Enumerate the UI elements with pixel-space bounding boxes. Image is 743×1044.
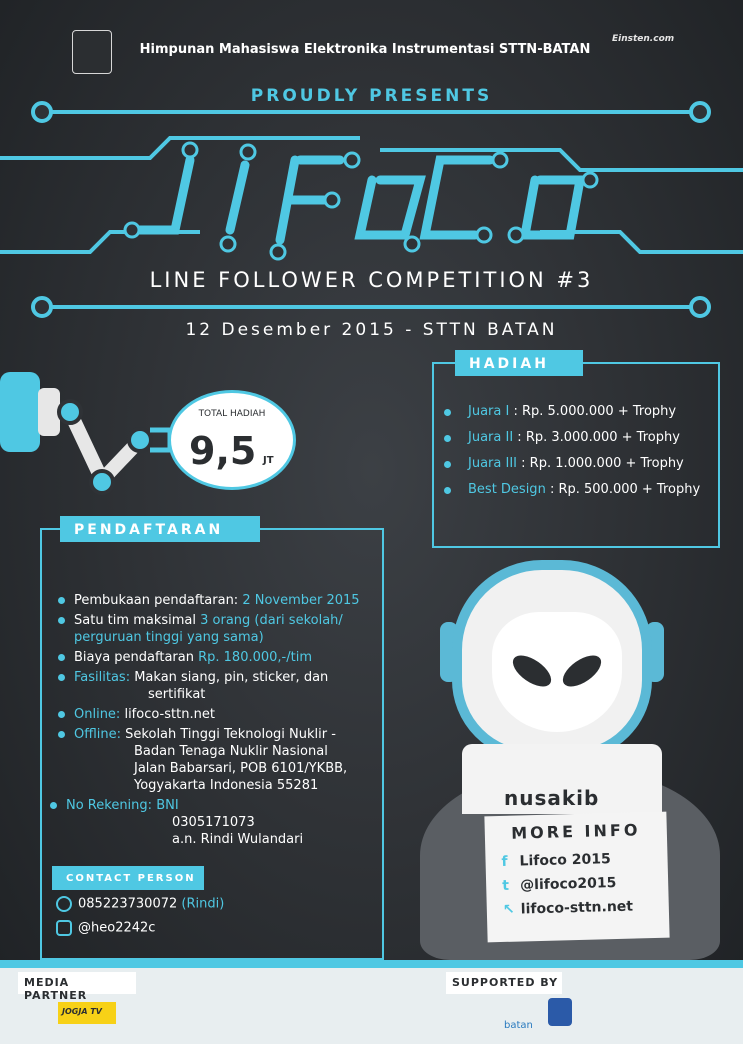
phone-icon [56,896,72,912]
cursor-icon: ↖ [502,901,515,918]
more-info-card: MORE INFO f Lifoco 2015 t @lifoco2015 ↖ lif… [484,811,670,943]
total-prize-label: TOTAL HADIAH [198,409,266,419]
robot-face [492,612,622,732]
registration-list: Pembukaan pendaftaran: 2 November 2015 S… [50,592,378,851]
twitter-icon: t [501,877,510,894]
registration-facility: Fasilitas: Makan siang, pin, sticker, da… [58,669,378,703]
registration-offline: Offline: Sekolah Tinggi Teknologi Nuklir… [58,726,378,794]
facebook-link[interactable]: f Lifoco 2015 [501,851,611,870]
facebook-icon: f [501,853,508,870]
sttn-logo [72,30,112,74]
prize-heading: HADIAH [455,350,583,376]
total-prize-value: 9,5 [189,429,257,473]
prize-list: Juara I : Rp. 5.000.000 + Trophy Juara I… [440,404,730,508]
contact-phone[interactable]: 085223730072 (Rindi) [56,896,356,916]
province-emblem [548,998,572,1026]
total-prize-unit: JT [263,455,274,466]
einstein-logo: Einsten.com [612,34,675,44]
supported-by-label: SUPPORTED BY [446,972,562,994]
proudly-presents: PROUDLY PRESENTS [250,86,493,106]
nusakib-logo: nusakib [504,786,600,810]
event-subtitle: LINE FOLLOWER COMPETITION #3 [149,268,594,292]
website-link[interactable]: ↖ lifoco-sttn.net [503,899,634,918]
footer-band [0,960,743,968]
prize-item: Juara I : Rp. 5.000.000 + Trophy [440,404,730,430]
prize-item: Juara II : Rp. 3.000.000 + Trophy [440,430,730,456]
batan-logo: batan [504,1020,533,1031]
event-date: 12 Desember 2015 - STTN BATAN [185,320,558,340]
prize-item: Juara III : Rp. 1.000.000 + Trophy [440,456,730,482]
total-prize-badge: TOTAL HADIAH 9,5 JT [168,390,296,490]
contact-heading: CONTACT PERSON [52,866,204,890]
registration-account: No Rekening: BNI 0305171073 a.n. Rindi W… [50,797,378,848]
prize-item: Best Design : Rp. 500.000 + Trophy [440,482,730,508]
poster: Himpunan Mahasiswa Elektronika Instrumen… [0,0,743,1044]
jogja-tv-logo: JOGJA TV [58,1002,116,1024]
registration-heading: PENDAFTARAN [60,516,260,542]
organizer-name: Himpunan Mahasiswa Elektronika Instrumen… [139,42,591,57]
more-info-title: MORE INFO [510,820,641,843]
registration-fee: Biaya pendaftaran Rp. 180.000,-/tim [58,649,378,666]
registration-website-link[interactable]: lifoco-sttn.net [124,707,214,722]
registration-opening: Pembukaan pendaftaran: 2 November 2015 [58,592,378,609]
twitter-link[interactable]: t @lifoco2015 [502,875,617,894]
registration-team: Satu tim maksimal 3 orang (dari sekolah/… [58,612,378,646]
media-partner-label: MEDIA PARTNER [18,972,136,1002]
contact-line[interactable]: @heo2242c [56,920,356,940]
line-icon [56,920,72,936]
registration-online: Online: lifoco-sttn.net [58,706,378,723]
